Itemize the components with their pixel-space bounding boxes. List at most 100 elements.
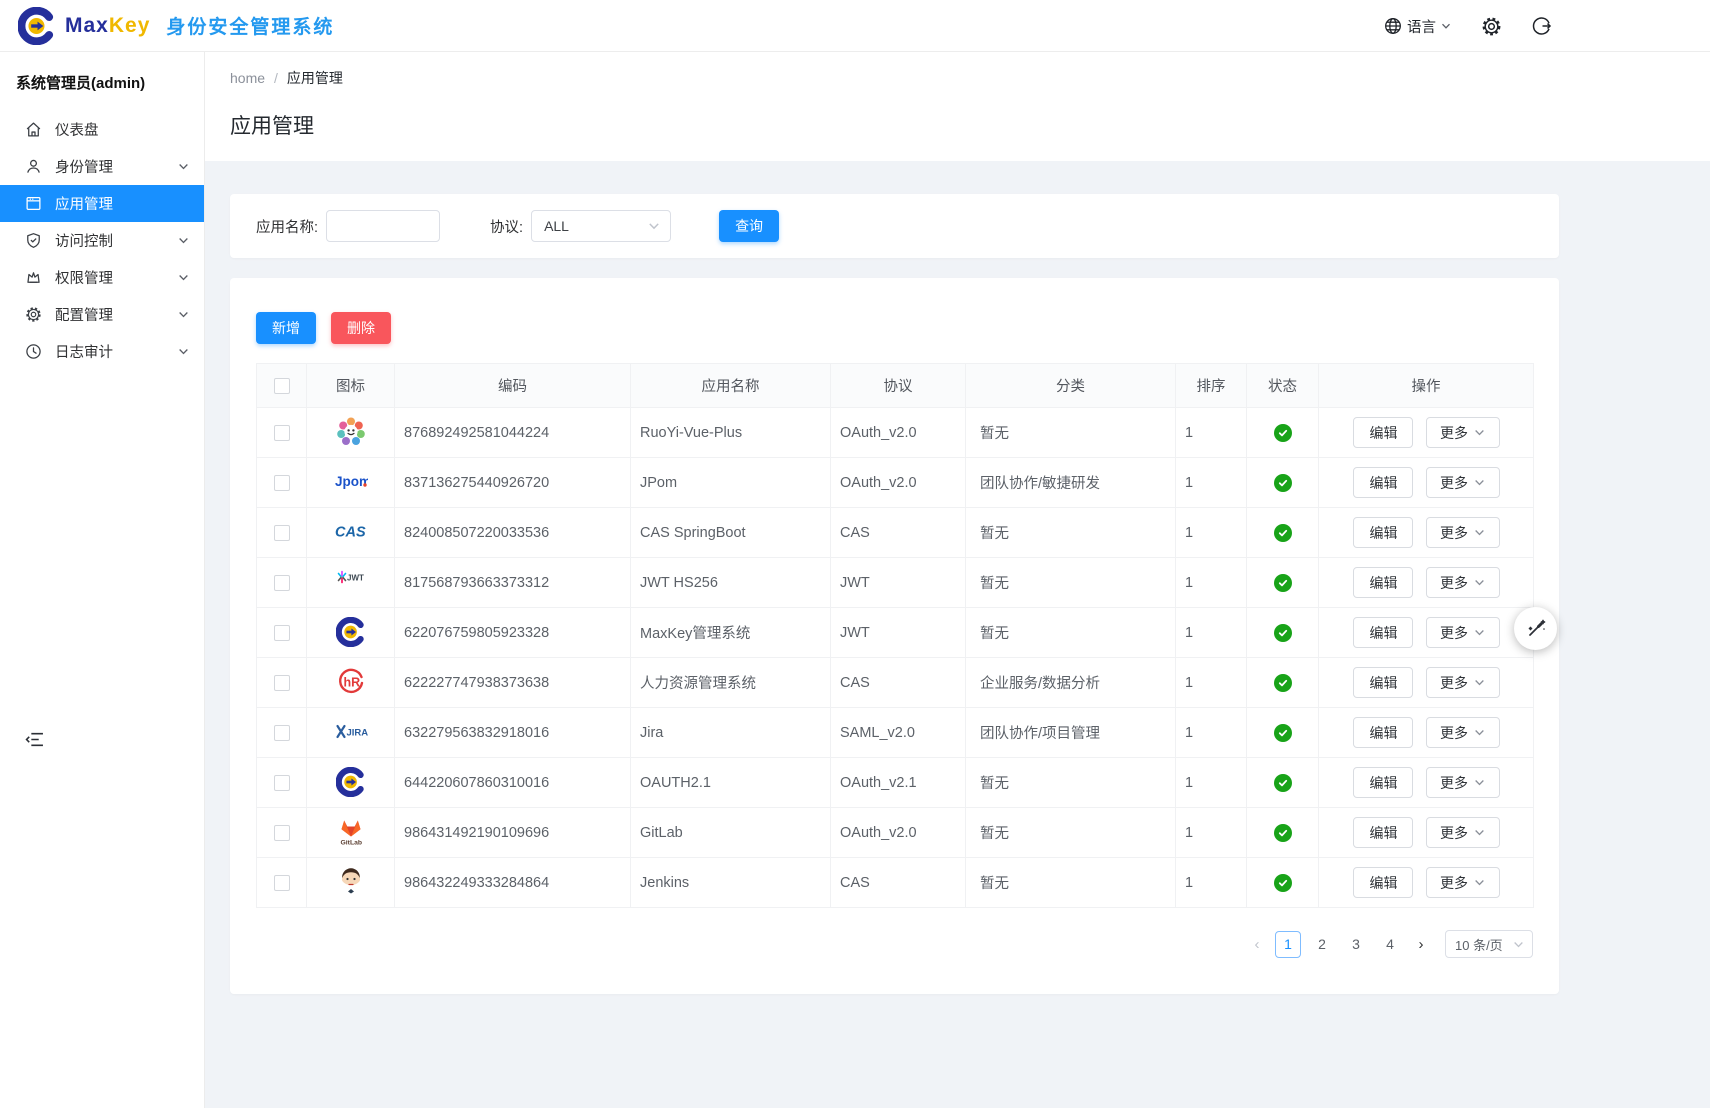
edit-button[interactable]: 编辑	[1353, 817, 1413, 848]
floating-tool-button[interactable]	[1514, 607, 1557, 650]
language-label: 语言	[1407, 16, 1436, 37]
row-checkbox[interactable]	[274, 425, 290, 441]
prev-page-button[interactable]: ‹	[1247, 936, 1267, 953]
svg-text:Jpom: Jpom	[335, 474, 368, 489]
more-button[interactable]: 更多	[1426, 617, 1500, 648]
app-logo-jpom: Jpom	[334, 464, 368, 498]
magic-wand-icon	[1525, 618, 1547, 640]
edit-button[interactable]: 编辑	[1353, 717, 1413, 748]
delete-button[interactable]: 删除	[331, 312, 391, 344]
app-code: 837136275440926720	[404, 475, 549, 491]
edit-button[interactable]: 编辑	[1353, 867, 1413, 898]
status-enabled-icon	[1274, 574, 1292, 592]
svg-text:JWT: JWT	[347, 574, 364, 583]
app-category: 暂无	[980, 776, 1009, 792]
app-logo-maxkey	[334, 615, 368, 649]
app-name: JWT HS256	[640, 575, 718, 591]
page-number-2[interactable]: 2	[1309, 931, 1335, 958]
brand-title: MaxKey	[65, 14, 150, 38]
edit-button[interactable]: 编辑	[1353, 517, 1413, 548]
add-button[interactable]: 新增	[256, 312, 316, 344]
protocol-filter-group: 协议: ALL	[490, 210, 671, 242]
page-size-select[interactable]: 10 条/页	[1445, 930, 1533, 958]
chevron-down-icon	[1474, 677, 1485, 688]
more-button[interactable]: 更多	[1426, 517, 1500, 548]
more-button[interactable]: 更多	[1426, 667, 1500, 698]
status-enabled-icon	[1274, 824, 1292, 842]
row-checkbox[interactable]	[274, 525, 290, 541]
table-row: 622076759805923328 MaxKey管理系统 JWT 暂无 1 编…	[257, 608, 1534, 658]
app-name: 人力资源管理系统	[640, 676, 756, 692]
sidebar-menu: 仪表盘 身份管理 应用管理 访问控制 权限管理 配置管理 日志审计	[0, 111, 204, 370]
row-checkbox[interactable]	[274, 575, 290, 591]
app-logo-jwt: JWT	[334, 564, 368, 598]
sidebar-item-access[interactable]: 访问控制	[0, 222, 204, 259]
protocol-select[interactable]: ALL	[531, 210, 671, 242]
more-button[interactable]: 更多	[1426, 867, 1500, 898]
page-number-3[interactable]: 3	[1343, 931, 1369, 958]
crown-icon	[25, 269, 42, 286]
row-checkbox[interactable]	[274, 625, 290, 641]
breadcrumb-current: 应用管理	[287, 68, 343, 88]
search-button[interactable]: 查询	[719, 210, 779, 242]
breadcrumb-home[interactable]: home	[230, 70, 265, 86]
sidebar-item-apps[interactable]: 应用管理	[0, 185, 204, 222]
more-button[interactable]: 更多	[1426, 817, 1500, 848]
app-sort: 1	[1185, 725, 1193, 741]
app-sort: 1	[1185, 525, 1193, 541]
chevron-down-icon	[178, 309, 189, 320]
app-name: CAS SpringBoot	[640, 525, 746, 541]
row-checkbox[interactable]	[274, 725, 290, 741]
language-switcher[interactable]: 语言	[1384, 16, 1451, 37]
settings-gear-icon[interactable]	[1481, 16, 1502, 37]
more-button[interactable]: 更多	[1426, 467, 1500, 498]
more-button[interactable]: 更多	[1426, 417, 1500, 448]
sidebar-item-identity[interactable]: 身份管理	[0, 148, 204, 185]
edit-button[interactable]: 编辑	[1353, 417, 1413, 448]
app-category: 暂无	[980, 826, 1009, 842]
chevron-down-icon	[1474, 827, 1485, 838]
more-button[interactable]: 更多	[1426, 567, 1500, 598]
main-content: home / 应用管理 应用管理 应用名称: 协议: ALL 查询	[205, 52, 1710, 1108]
header-icon: 图标	[307, 364, 395, 408]
edit-button[interactable]: 编辑	[1353, 467, 1413, 498]
app-sort: 1	[1185, 475, 1193, 491]
status-enabled-icon	[1274, 624, 1292, 642]
row-checkbox[interactable]	[274, 775, 290, 791]
app-name-input[interactable]	[326, 210, 440, 242]
sidebar-item-config[interactable]: 配置管理	[0, 296, 204, 333]
page-number-1[interactable]: 1	[1275, 931, 1301, 958]
edit-button[interactable]: 编辑	[1353, 667, 1413, 698]
brand-subtitle: 身份安全管理系统	[166, 12, 334, 39]
chevron-down-icon	[1441, 21, 1451, 31]
sidebar-item-audit[interactable]: 日志审计	[0, 333, 204, 370]
protocol-label: 协议:	[490, 216, 523, 237]
app-protocol: CAS	[840, 875, 870, 891]
table-row: CAS 824008507220033536 CAS SpringBoot CA…	[257, 508, 1534, 558]
filter-card: 应用名称: 协议: ALL 查询	[230, 194, 1559, 258]
row-checkbox[interactable]	[274, 675, 290, 691]
chevron-down-icon	[178, 235, 189, 246]
row-checkbox[interactable]	[274, 475, 290, 491]
row-checkbox[interactable]	[274, 825, 290, 841]
sidebar-item-permission[interactable]: 权限管理	[0, 259, 204, 296]
edit-button[interactable]: 编辑	[1353, 617, 1413, 648]
edit-button[interactable]: 编辑	[1353, 767, 1413, 798]
menu-fold-icon[interactable]	[25, 730, 44, 749]
row-checkbox[interactable]	[274, 875, 290, 891]
page-number-4[interactable]: 4	[1377, 931, 1403, 958]
app-name: RuoYi-Vue-Plus	[640, 425, 742, 441]
header-actions: 操作	[1319, 364, 1534, 408]
more-button[interactable]: 更多	[1426, 767, 1500, 798]
edit-button[interactable]: 编辑	[1353, 567, 1413, 598]
logout-icon[interactable]	[1532, 16, 1552, 36]
globe-icon	[1384, 17, 1402, 35]
app-code: 824008507220033536	[404, 525, 549, 541]
sidebar-item-dashboard[interactable]: 仪表盘	[0, 111, 204, 148]
more-button[interactable]: 更多	[1426, 717, 1500, 748]
app-category: 暂无	[980, 576, 1009, 592]
app-name: GitLab	[640, 825, 683, 841]
select-all-checkbox[interactable]	[274, 378, 290, 394]
next-page-button[interactable]: ›	[1411, 936, 1431, 953]
table-row: JIRA 632279563832918016 Jira SAML_v2.0 团…	[257, 708, 1534, 758]
